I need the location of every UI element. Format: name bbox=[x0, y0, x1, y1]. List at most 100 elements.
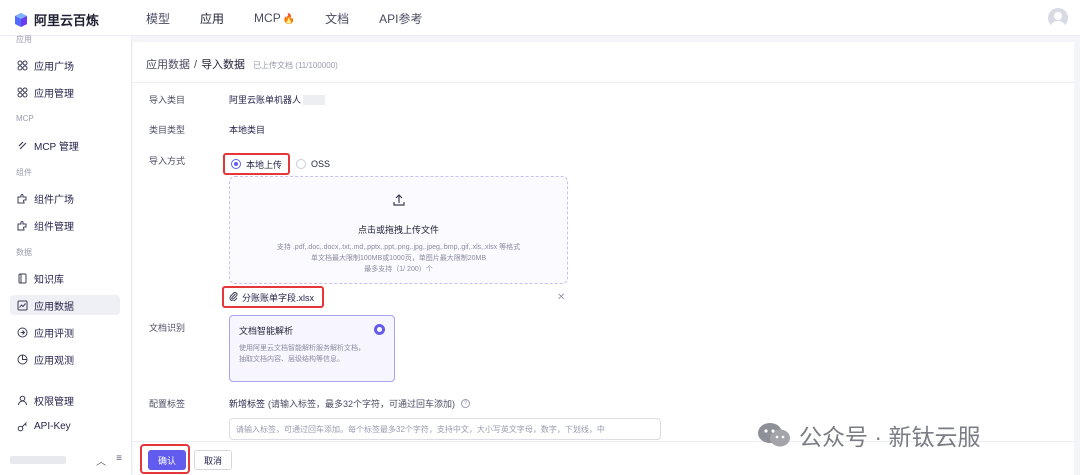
main-content: 应用数据 / 导入数据 已上传文档 (11/100000) 导入类目 阿里云账单… bbox=[133, 36, 1080, 475]
sidebar-section-data: 数据 bbox=[16, 248, 32, 257]
user-icon bbox=[16, 394, 28, 406]
doc-parse-title: 文档智能解析 bbox=[239, 326, 294, 336]
category-label: 导入类目 bbox=[149, 95, 186, 105]
tag-input[interactable]: 请输入标签，可通过回车添加。每个标签最多32个字符，支持中文，大小写英文字母，数… bbox=[229, 418, 661, 440]
breadcrumb-parent[interactable]: 应用数据 bbox=[146, 56, 190, 72]
radio-unchecked-icon bbox=[296, 159, 307, 169]
import-panel: 应用数据 / 导入数据 已上传文档 (11/100000) 导入类目 阿里云账单… bbox=[133, 42, 1074, 475]
close-icon[interactable]: ✕ bbox=[557, 292, 565, 303]
uploaded-file-item[interactable]: 分账账单字段.xlsx bbox=[222, 286, 324, 308]
doc-parse-desc: 使用阿里云文档智能解析服务解析文档，抽取文档内容、层级结构等信息。 bbox=[239, 345, 365, 363]
nav-item-docs[interactable]: 文档 bbox=[325, 10, 349, 27]
upload-title: 点击或拖拽上传文件 bbox=[357, 225, 439, 235]
sidebar-item-mcp-manage[interactable]: MCP 管理 bbox=[10, 135, 120, 155]
flame-icon: 🔥 bbox=[282, 14, 296, 25]
sidebar-item-label: 权限管理 bbox=[34, 396, 74, 408]
sidebar-item-label: 应用数据 bbox=[34, 301, 74, 313]
book-icon bbox=[16, 272, 28, 284]
category-value: 阿里云账单机器人 bbox=[229, 93, 326, 106]
puzzle-icon bbox=[16, 192, 28, 204]
sidebar-item-label: API-Key bbox=[34, 420, 71, 432]
radio-local-upload-label: 本地上传 bbox=[246, 159, 283, 170]
upload-size-limit: 单文档最大限制100MB或1000页，单图片最大限制20MB bbox=[310, 255, 487, 262]
sidebar-item-component-manage[interactable]: 组件管理 bbox=[10, 215, 120, 235]
nav-item-mcp[interactable]: MCP 🔥 bbox=[254, 11, 295, 25]
brand-name: 阿里云百炼 bbox=[34, 13, 100, 28]
upload-icon bbox=[392, 193, 406, 207]
sidebar-item-knowledge[interactable]: 知识库 bbox=[10, 268, 120, 288]
uploaded-file-name: 分账账单字段.xlsx bbox=[242, 292, 315, 303]
category-redacted bbox=[303, 94, 326, 105]
wechat-icon bbox=[757, 422, 791, 448]
radio-oss-label: OSS bbox=[311, 159, 331, 169]
sidebar-footer: ︿ ≡ bbox=[10, 453, 122, 468]
upload-dropzone[interactable]: 点击或拖拽上传文件 支持 .pdf,.doc,.docx,.txt,.md,.p… bbox=[229, 176, 568, 284]
tag-hint: 新增标签 (请输入标签，最多32个字符，可通过回车添加) ? bbox=[229, 397, 471, 410]
sidebar-item-api-key[interactable]: API-Key bbox=[10, 416, 120, 436]
nav-item-model[interactable]: 模型 bbox=[146, 10, 170, 27]
mcp-icon bbox=[16, 139, 28, 151]
sidebar-item-label: 应用评测 bbox=[34, 328, 74, 340]
breadcrumb: 应用数据 / 导入数据 已上传文档 (11/100000) bbox=[146, 56, 338, 72]
grid-icon bbox=[16, 86, 28, 98]
brand[interactable]: 阿里云百炼 bbox=[14, 10, 99, 29]
type-label: 类目类型 bbox=[149, 125, 186, 135]
account-name-redacted bbox=[10, 456, 66, 464]
key-icon bbox=[16, 420, 28, 432]
sidebar-item-app-observe[interactable]: 应用观测 bbox=[10, 349, 120, 369]
sidebar-item-label: 应用观测 bbox=[34, 355, 74, 367]
sidebar-item-label: MCP 管理 bbox=[34, 141, 79, 153]
cancel-button[interactable]: 取消 bbox=[194, 450, 232, 470]
type-value: 本地类目 bbox=[229, 125, 266, 135]
menu-icon[interactable]: ≡ bbox=[116, 453, 122, 468]
sidebar-item-label: 应用广场 bbox=[34, 61, 74, 73]
upload-max-count: 最多支持（1/ 200）个 bbox=[364, 266, 433, 273]
sidebar-item-label: 知识库 bbox=[34, 274, 64, 286]
tag-hint-text: (请输入标签，最多32个字符，可通过回车添加) bbox=[268, 399, 456, 409]
doc-parse-label: 文档识别 bbox=[149, 323, 186, 333]
header-divider bbox=[133, 82, 1074, 83]
sidebar-item-app-manage[interactable]: 应用管理 bbox=[10, 82, 120, 102]
chart-icon bbox=[16, 299, 28, 311]
radio-checked-icon bbox=[231, 159, 241, 169]
grid-icon bbox=[16, 59, 28, 71]
sidebar-item-label: 组件广场 bbox=[34, 194, 74, 206]
nav-item-mcp-label: MCP bbox=[254, 11, 281, 25]
method-label: 导入方式 bbox=[149, 156, 186, 166]
target-icon bbox=[16, 326, 28, 338]
pie-icon bbox=[16, 353, 28, 365]
top-bar: 阿里云百炼 模型 应用 MCP 🔥 文档 API参考 bbox=[0, 0, 1080, 36]
sidebar-item-app-square[interactable]: 应用广场 bbox=[10, 55, 120, 75]
sidebar: 应用 应用广场 应用管理 MCP MCP 管理 组件 组件广场 组件管理 数据 … bbox=[0, 35, 132, 475]
confirm-button[interactable]: 确认 bbox=[148, 450, 186, 470]
radio-checked-icon bbox=[374, 324, 385, 335]
sidebar-item-app-eval[interactable]: 应用评测 bbox=[10, 322, 120, 342]
sidebar-section-component: 组件 bbox=[16, 168, 32, 177]
help-icon[interactable]: ? bbox=[461, 399, 471, 408]
sidebar-item-component-square[interactable]: 组件广场 bbox=[10, 188, 120, 208]
nav-item-api[interactable]: API参考 bbox=[379, 10, 422, 27]
watermark: 公众号 · 新钛云服 bbox=[757, 418, 980, 452]
sidebar-item-app-data[interactable]: 应用数据 bbox=[10, 295, 120, 315]
sidebar-section-app: 应用 bbox=[16, 35, 32, 44]
sidebar-item-label: 组件管理 bbox=[34, 221, 74, 233]
chevron-up-icon[interactable]: ︿ bbox=[96, 453, 106, 468]
upload-count: 已上传文档 (11/100000) bbox=[253, 61, 338, 70]
top-nav: 模型 应用 MCP 🔥 文档 API参考 bbox=[146, 0, 423, 36]
radio-local-upload[interactable]: 本地上传 bbox=[223, 153, 291, 175]
doc-parse-option[interactable]: 文档智能解析 使用阿里云文档智能解析服务解析文档，抽取文档内容、层级结构等信息。 bbox=[229, 315, 395, 382]
sidebar-item-label: 应用管理 bbox=[34, 88, 74, 100]
radio-oss[interactable]: OSS bbox=[296, 159, 330, 169]
tag-hint-title: 新增标签 bbox=[229, 399, 266, 409]
tag-label: 配置标签 bbox=[149, 399, 186, 409]
brand-logo-icon bbox=[14, 12, 28, 27]
sidebar-item-permission[interactable]: 权限管理 bbox=[10, 390, 120, 410]
breadcrumb-separator: / bbox=[194, 59, 198, 71]
avatar[interactable] bbox=[1048, 8, 1068, 28]
breadcrumb-current: 导入数据 bbox=[201, 59, 246, 71]
puzzle-icon bbox=[16, 219, 28, 231]
nav-item-app[interactable]: 应用 bbox=[200, 10, 224, 27]
category-value-text: 阿里云账单机器人 bbox=[229, 95, 302, 105]
paperclip-icon bbox=[229, 291, 238, 303]
sidebar-section-mcp: MCP bbox=[16, 114, 34, 123]
